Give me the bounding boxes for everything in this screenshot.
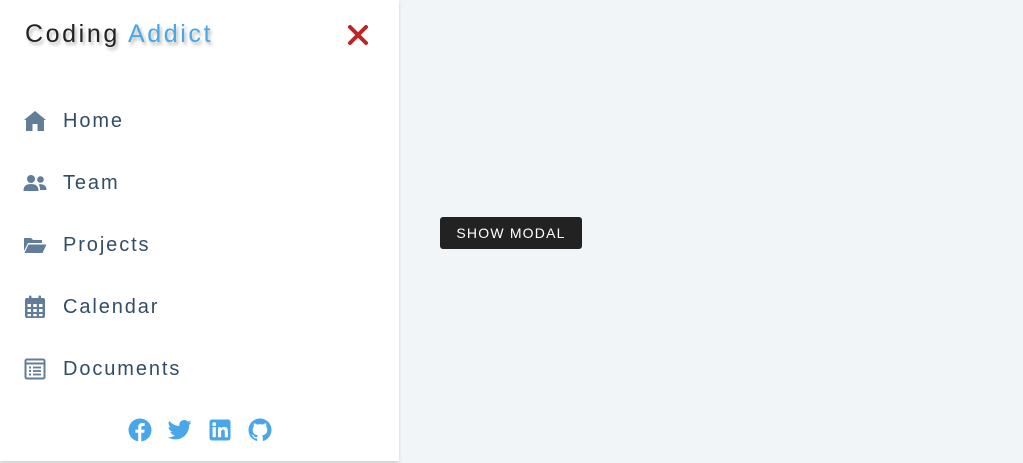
sidebar-item-team[interactable]: Team	[0, 152, 399, 214]
close-sidebar-button[interactable]	[344, 22, 372, 50]
logo: Coding Addict	[25, 20, 213, 49]
sidebar-item-label: Calendar	[63, 295, 160, 318]
sidebar-item-home[interactable]: Home	[0, 90, 399, 152]
sidebar-item-projects[interactable]: Projects	[0, 214, 399, 276]
logo-text: Coding	[25, 20, 120, 48]
sidebar-header: Coding Addict	[0, 0, 399, 76]
sidebar-item-label: Documents	[63, 357, 182, 380]
sidebar-item-label: Home	[63, 109, 124, 132]
sidebar-item-label: Projects	[63, 233, 151, 256]
users-icon	[23, 171, 47, 195]
show-modal-button[interactable]: Show Modal	[440, 217, 582, 249]
social-links	[0, 416, 399, 444]
sidebar-item-documents[interactable]: Documents	[0, 338, 399, 400]
github-icon[interactable]	[248, 418, 272, 442]
document-icon	[23, 357, 47, 381]
home-icon	[23, 109, 47, 133]
sidebar-item-calendar[interactable]: Calendar	[0, 276, 399, 338]
calendar-icon	[23, 295, 47, 319]
sidebar: Coding Addict Home Team Projects Calenda…	[0, 0, 399, 461]
folder-open-icon	[23, 233, 47, 257]
linkedin-icon[interactable]	[208, 418, 232, 442]
sidebar-item-label: Team	[63, 171, 120, 194]
twitter-icon[interactable]	[167, 418, 192, 442]
facebook-icon[interactable]	[128, 418, 152, 442]
close-icon	[347, 24, 369, 49]
sidebar-links: Home Team Projects Calendar Documents	[0, 90, 399, 400]
logo-accent-text: Addict	[128, 20, 214, 48]
